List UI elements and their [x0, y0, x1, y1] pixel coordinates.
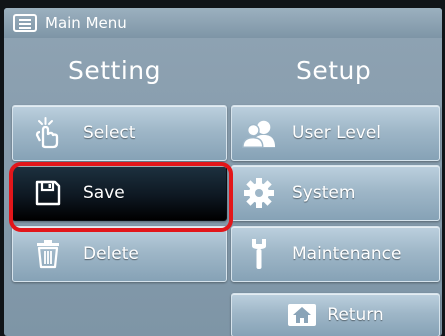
select-button[interactable]: Select — [12, 105, 227, 161]
maintenance-button[interactable]: Maintenance — [231, 226, 440, 282]
setup-column-title: Setup — [296, 56, 372, 85]
window-title: Main Menu — [45, 14, 127, 32]
users-icon — [242, 116, 276, 150]
wrench-icon — [242, 237, 276, 271]
main-menu-screen: Main Menu Setting Setup Select Save Dele… — [4, 8, 442, 336]
menu-list-icon — [13, 14, 37, 32]
home-icon — [287, 303, 317, 327]
setting-column-title: Setting — [68, 56, 162, 85]
selection-highlight-frame — [9, 162, 233, 232]
user-level-button[interactable]: User Level — [231, 105, 440, 161]
trash-can-icon — [31, 237, 65, 271]
maintenance-button-label: Maintenance — [292, 244, 402, 264]
delete-button[interactable]: Delete — [12, 226, 227, 282]
return-button-label: Return — [327, 305, 384, 325]
title-bar: Main Menu — [4, 8, 442, 38]
delete-button-label: Delete — [83, 244, 139, 264]
system-button[interactable]: System — [231, 165, 440, 221]
select-button-label: Select — [83, 123, 136, 143]
gear-icon — [242, 176, 276, 210]
return-button[interactable]: Return — [231, 293, 440, 336]
system-button-label: System — [292, 183, 356, 203]
user-level-button-label: User Level — [292, 123, 382, 143]
touch-hand-icon — [31, 116, 65, 150]
